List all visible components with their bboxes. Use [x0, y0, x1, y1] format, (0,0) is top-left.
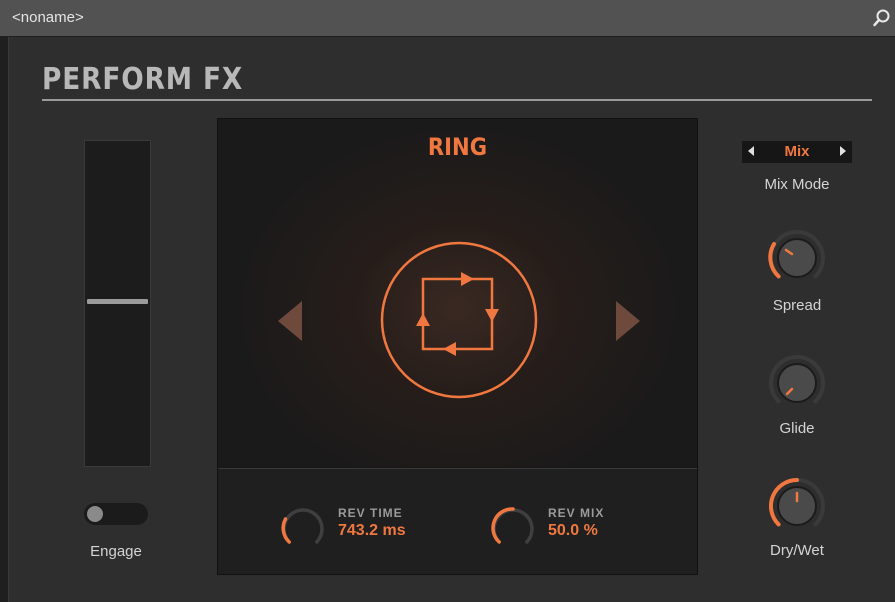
dry-wet-label: Dry/Wet [770, 542, 824, 559]
dry-wet-knob[interactable] [765, 474, 829, 538]
spread-knob[interactable] [765, 226, 829, 290]
spread-label: Spread [772, 297, 822, 314]
rev-time-value: 743.2 ms [338, 522, 406, 539]
title-bar: <noname> [0, 0, 895, 37]
engage-toggle[interactable] [84, 503, 148, 525]
left-edge [0, 37, 8, 602]
engage-label: Engage [90, 543, 142, 560]
previous-arrow-icon[interactable] [276, 299, 306, 343]
rev-mix-label: REV MIX [548, 506, 605, 520]
mix-mode-next-icon[interactable] [840, 146, 846, 156]
mix-mode-label: Mix Mode [764, 176, 830, 193]
glide-label: Glide [779, 420, 815, 437]
effect-name: RING [427, 133, 488, 161]
mix-mode-value: Mix [784, 143, 810, 160]
mix-mode-selector[interactable]: Mix [742, 141, 852, 163]
ring-effect-icon [380, 241, 538, 399]
toggle-knob [87, 506, 103, 522]
rev-mix-value: 50.0 % [548, 522, 598, 539]
rev-mix-knob[interactable] [490, 505, 536, 551]
rev-time-knob[interactable] [280, 505, 326, 551]
perform-fader[interactable] [84, 140, 151, 467]
panel-title: PERFORM FX [42, 62, 244, 97]
title-divider [42, 99, 872, 101]
effect-display-main: RING [218, 119, 697, 467]
search-icon[interactable] [872, 8, 892, 28]
fader-handle[interactable] [87, 299, 148, 304]
glide-knob[interactable] [765, 351, 829, 415]
rev-time-label: REV TIME [338, 506, 403, 520]
preset-name[interactable]: <noname> [12, 9, 84, 26]
next-arrow-icon[interactable] [612, 299, 642, 343]
